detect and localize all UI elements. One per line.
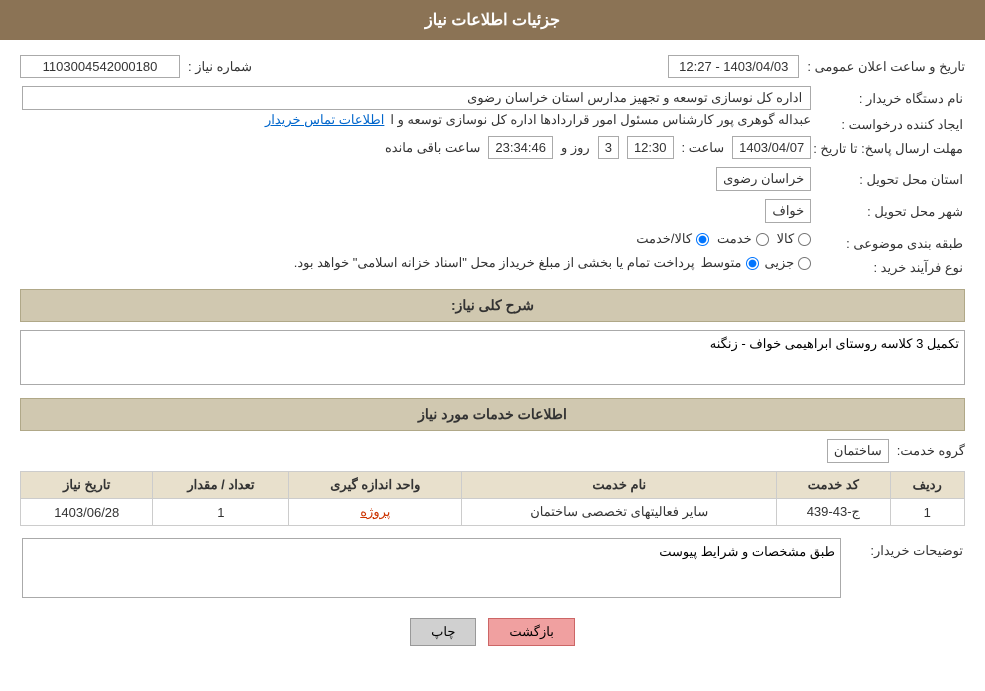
cell-kod: ج-43-439 (777, 499, 890, 526)
tabaqe-row: کالا خدمت کالا/خدمت (22, 231, 811, 247)
gorohe-label: گروه خدمت: (897, 443, 965, 459)
ostan-val: خراسان رضوی (716, 167, 811, 191)
shahr-val: خواف (765, 199, 811, 223)
tabaqe-kala-text: کالا (777, 231, 795, 247)
date-val: 1403/04/07 (732, 136, 811, 159)
saat-mande-val: 23:34:46 (488, 136, 553, 159)
services-header: اطلاعات خدمات مورد نیاز (20, 398, 965, 431)
tabaqe-kala-radio[interactable] (798, 233, 811, 246)
tabaqe-khadamat-label[interactable]: خدمت (717, 231, 769, 247)
ferayand-desc: پرداخت تمام یا بخشی از مبلغ خریداز محل "… (294, 255, 695, 271)
sharh-header: شرح کلی نیاز: (20, 289, 965, 322)
nam-value: اداره کل نوسازی توسعه و تجهیز مدارس استا… (22, 86, 811, 110)
saat-mande-label: ساعت باقی مانده (385, 140, 480, 156)
sharh-section: شرح کلی نیاز: (20, 289, 965, 388)
ejad-value: عبداله گوهری پور کارشناس مسئول امور قرار… (390, 112, 811, 128)
tawzih-textarea[interactable] (22, 538, 841, 598)
shahr-row: خواف (22, 199, 811, 223)
gorohe-row: گروه خدمت: ساختمان (20, 439, 965, 463)
col-name: نام خدمت (462, 472, 777, 499)
tawzih-label: توضیحات خریدار: (843, 538, 963, 601)
col-radif: ردیف (890, 472, 964, 499)
tarikh-label: تاریخ و ساعت اعلان عمومی : (807, 59, 965, 75)
tabaqe-kala-khadamat-label[interactable]: کالا/خدمت (636, 231, 709, 247)
ferayand-motovaset-radio[interactable] (746, 257, 759, 270)
tawzih-section: توضیحات خریدار: (20, 536, 965, 603)
ferayand-row: جزیی متوسط پرداخت تمام یا بخشی از مبلغ خ… (22, 255, 811, 271)
saat-label: ساعت : (682, 140, 725, 156)
bottom-buttons: بازگشت چاپ (20, 618, 965, 646)
cell-name: سایر فعالیتهای تخصصی ساختمان (462, 499, 777, 526)
ferayand-label: نوع فرآیند خرید : (813, 255, 963, 277)
services-table: ردیف کد خدمت نام خدمت واحد اندازه گیری ت… (20, 471, 965, 526)
page-wrapper: جزئیات اطلاعات نیاز تاریخ و ساعت اعلان ع… (0, 0, 985, 691)
chap-button[interactable]: چاپ (410, 618, 476, 646)
shomara-part: شماره نیاز : 1103004542000180 (20, 55, 252, 78)
mohlat-row: 1403/04/07 ساعت : 12:30 3 روز و 23:34:46… (22, 136, 811, 159)
baqimande-val: 3 (598, 136, 619, 159)
tabaqe-khadamat-text: خدمت (717, 231, 752, 247)
ejad-link[interactable]: اطلاعات تماس خریدار (265, 112, 384, 128)
gorohe-val: ساختمان (827, 439, 889, 463)
cell-radif: 1 (890, 499, 964, 526)
bazgasht-button[interactable]: بازگشت (488, 618, 574, 646)
ejad-row: عبداله گوهری پور کارشناس مسئول امور قرار… (22, 112, 811, 128)
shomara-tarikh-row: تاریخ و ساعت اعلان عمومی : 1403/04/03 - … (20, 55, 965, 78)
nam-label: نام دستگاه خریدار : (813, 86, 963, 110)
ferayand-jozi-label[interactable]: جزیی (765, 255, 812, 271)
ejad-label: ایجاد کننده درخواست : (813, 112, 963, 134)
main-content: تاریخ و ساعت اعلان عمومی : 1403/04/03 - … (0, 40, 985, 676)
tabaqe-kala-khadamat-text: کالا/خدمت (636, 231, 692, 247)
mohlat-label: مهلت ارسال پاسخ: تا تاریخ : (813, 136, 963, 165)
cell-vahad: پروژه (289, 499, 462, 526)
tabaqe-khadamat-radio[interactable] (756, 233, 769, 246)
col-kod: کد خدمت (777, 472, 890, 499)
roz-label: روز و (561, 140, 590, 156)
nam-row: نام دستگاه خریدار : اداره کل نوسازی توسع… (20, 84, 965, 279)
table-row: 1 ج-43-439 سایر فعالیتهای تخصصی ساختمان … (21, 499, 965, 526)
tabaqe-kala-khadamat-radio[interactable] (696, 233, 709, 246)
tarikh-part: تاریخ و ساعت اعلان عمومی : 1403/04/03 - … (668, 55, 965, 78)
col-vahad: واحد اندازه گیری (289, 472, 462, 499)
shomara-label: شماره نیاز : (188, 59, 252, 75)
cell-tarikh: 1403/06/28 (21, 499, 153, 526)
page-title: جزئیات اطلاعات نیاز (425, 12, 560, 29)
tabaqe-label: طبقه بندی موضوعی : (813, 231, 963, 253)
ferayand-motovaset-label[interactable]: متوسط (701, 255, 759, 271)
saat-val: 12:30 (627, 136, 674, 159)
vahad-link[interactable]: پروژه (360, 504, 390, 519)
ostan-row: خراسان رضوی (22, 167, 811, 191)
shahr-label: شهر محل تحویل : (813, 199, 963, 229)
cell-tedad: 1 (153, 499, 289, 526)
tabaqe-kala-label[interactable]: کالا (777, 231, 812, 247)
ferayand-jozi-radio[interactable] (798, 257, 811, 270)
ostan-label: استان محل تحویل : (813, 167, 963, 197)
tarikh-value: 1403/04/03 - 12:27 (668, 55, 799, 78)
ferayand-jozi-text: جزیی (765, 255, 795, 271)
ferayand-motovaset-text: متوسط (701, 255, 742, 271)
sharh-textarea[interactable] (20, 330, 965, 385)
page-header: جزئیات اطلاعات نیاز (0, 0, 985, 40)
col-tedad: تعداد / مقدار (153, 472, 289, 499)
shomara-value: 1103004542000180 (20, 55, 180, 78)
col-tarikh: تاریخ نیاز (21, 472, 153, 499)
